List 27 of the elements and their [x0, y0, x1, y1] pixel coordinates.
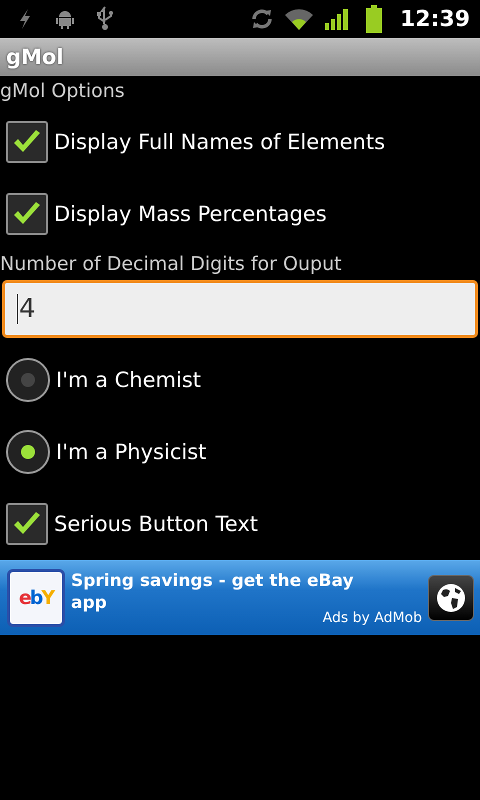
globe-icon[interactable] — [428, 574, 474, 620]
wifi-icon — [284, 7, 314, 31]
input-field[interactable]: 4 — [2, 280, 478, 338]
option-label: I'm a Chemist — [56, 368, 202, 392]
sync-icon — [250, 7, 274, 31]
option-label: Serious Button Text — [54, 512, 258, 536]
option-label: Display Full Names of Elements — [54, 130, 386, 154]
battery-icon — [364, 5, 384, 33]
field-label: Number of Decimal Digits for Ouput — [0, 252, 342, 277]
ad-attribution: Ads by AdMob — [322, 610, 422, 626]
radio-dot-icon — [20, 444, 36, 460]
radio-button[interactable] — [6, 430, 50, 474]
checkbox[interactable] — [6, 503, 48, 545]
android-icon — [54, 8, 76, 30]
checkbox[interactable] — [6, 193, 48, 235]
usb-icon — [96, 6, 114, 32]
charging-icon — [18, 8, 32, 30]
signal-icon — [324, 7, 350, 31]
checkbox[interactable] — [6, 121, 48, 163]
app-title: gMol — [6, 45, 64, 69]
radio-dot-icon — [20, 372, 36, 388]
option-label: I'm a Physicist — [56, 440, 206, 464]
clock: 12:39 — [400, 6, 470, 32]
radio-button[interactable] — [6, 358, 50, 402]
option-label: Display Mass Percentages — [54, 202, 327, 226]
section-title: gMol Options — [0, 79, 125, 104]
ad-logo[interactable]: ebY — [7, 568, 65, 626]
